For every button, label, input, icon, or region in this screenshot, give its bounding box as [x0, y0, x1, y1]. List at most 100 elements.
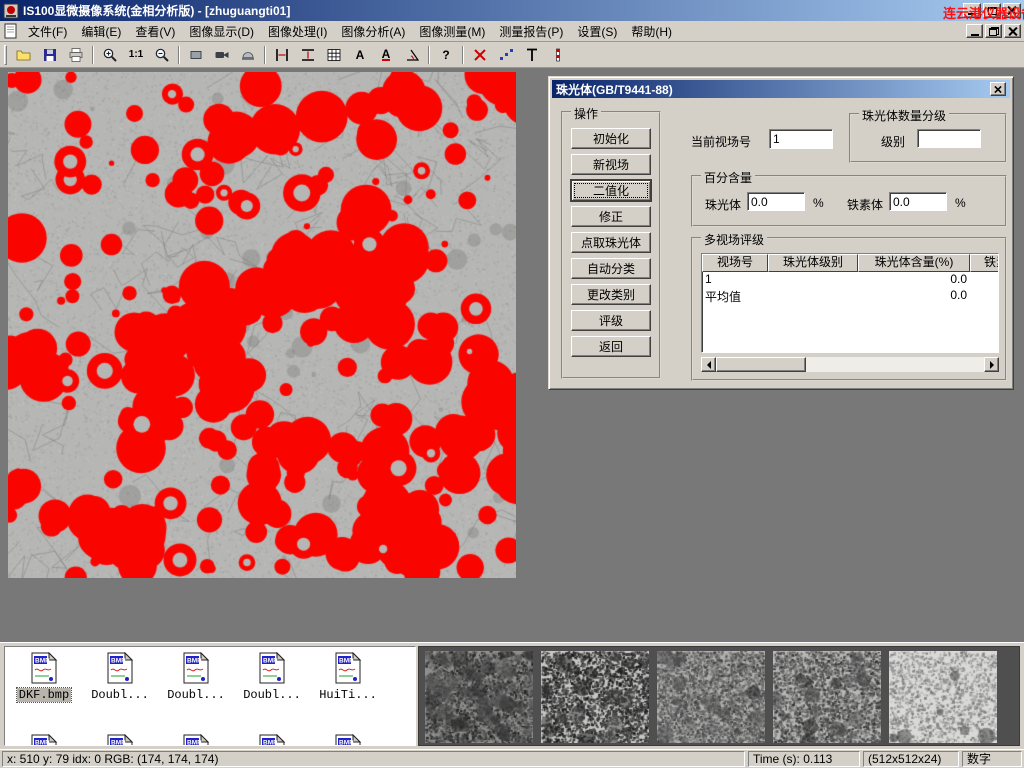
file-name[interactable]: DKF.bmp	[17, 688, 71, 702]
ferrite-percent-input[interactable]	[889, 192, 947, 211]
status-position: x: 510 y: 79 idx: 0 RGB: (174, 174, 174)	[2, 751, 745, 767]
scroll-left-button[interactable]	[701, 357, 716, 372]
menu-item-4[interactable]: 图像处理(I)	[261, 21, 334, 42]
caliper-horizontal-button[interactable]	[295, 44, 321, 66]
scale-bar-button[interactable]	[545, 44, 571, 66]
metallograph-image[interactable]	[8, 72, 516, 578]
white-balance-button[interactable]	[235, 44, 261, 66]
op-button-8[interactable]: 返回	[571, 336, 651, 357]
point-marker-button[interactable]	[493, 44, 519, 66]
zoom-out-button[interactable]	[149, 44, 175, 66]
status-bar: x: 510 y: 79 idx: 0 RGB: (174, 174, 174)…	[0, 749, 1024, 768]
thumbnail-2[interactable]	[657, 651, 765, 743]
file-item[interactable]: BMP Doubl...	[160, 652, 232, 702]
menu-item-9[interactable]: 帮助(H)	[624, 21, 679, 42]
menu-item-2[interactable]: 查看(V)	[128, 21, 182, 42]
op-button-2[interactable]: 二值化	[571, 180, 651, 201]
thumbnail-0[interactable]	[425, 651, 533, 743]
menu-bar: 文件(F)编辑(E)查看(V)图像显示(D)图像处理(I)图像分析(A)图像测量…	[0, 21, 1024, 42]
thumbnail-4[interactable]	[889, 651, 997, 743]
table-header-1[interactable]: 珠光体级别	[768, 254, 858, 272]
delete-measure-button[interactable]	[467, 44, 493, 66]
current-field-input[interactable]	[769, 129, 833, 149]
print-icon	[68, 47, 84, 63]
op-button-0[interactable]: 初始化	[571, 128, 651, 149]
level-input[interactable]	[917, 129, 981, 148]
ferrite-label: 铁素体	[847, 196, 883, 213]
points-icon	[498, 47, 514, 63]
actual-size-icon: 1:1	[129, 49, 143, 60]
file-name[interactable]: HuiTi...	[317, 688, 379, 702]
thumbnail-3[interactable]	[773, 651, 881, 743]
actual-size-button[interactable]: 1:1	[123, 44, 149, 66]
menu-item-6[interactable]: 图像测量(M)	[412, 21, 492, 42]
file-item[interactable]: BMP	[84, 734, 156, 746]
zoom-out-icon	[154, 47, 170, 63]
menu-item-1[interactable]: 编辑(E)	[74, 21, 128, 42]
caliper-horizontal-icon	[300, 47, 316, 63]
menu-item-5[interactable]: 图像分析(A)	[334, 21, 412, 42]
pearlite-percent-input[interactable]	[747, 192, 805, 211]
table-header-2[interactable]: 珠光体含量(%)	[858, 254, 970, 272]
op-button-7[interactable]: 评级	[571, 310, 651, 331]
menu-item-0[interactable]: 文件(F)	[21, 21, 74, 42]
caliper-vertical-button[interactable]	[269, 44, 295, 66]
scroll-right-button[interactable]	[984, 357, 999, 372]
annotate-button[interactable]: A	[373, 44, 399, 66]
table-body: 10.0平均值0.0	[702, 272, 998, 304]
video-camera-button[interactable]	[209, 44, 235, 66]
t-ruler-button[interactable]	[519, 44, 545, 66]
work-area: 珠光体(GB/T9441-88) 操作 初始化新视场二值化修正点取珠光体自动分类…	[0, 68, 1024, 642]
open-button[interactable]	[11, 44, 37, 66]
menu-item-7[interactable]: 测量报告(P)	[492, 21, 570, 42]
thumbnail-1[interactable]	[541, 651, 649, 743]
file-name[interactable]: Doubl...	[89, 688, 151, 702]
svg-text:BMP: BMP	[263, 658, 278, 665]
file-item[interactable]: BMP	[8, 734, 80, 746]
file-item[interactable]: BMP Doubl...	[236, 652, 308, 702]
table-header-0[interactable]: 视场号	[702, 254, 768, 272]
file-item[interactable]: BMP DKF.bmp	[8, 652, 80, 702]
menu-item-8[interactable]: 设置(S)	[570, 21, 624, 42]
table-hscrollbar[interactable]	[701, 357, 999, 372]
table-row-0[interactable]: 10.0	[702, 272, 999, 288]
file-name[interactable]: Doubl...	[241, 688, 303, 702]
file-name[interactable]: Doubl...	[165, 688, 227, 702]
op-button-1[interactable]: 新视场	[571, 154, 651, 175]
mdi-restore-button[interactable]	[985, 24, 1002, 38]
mdi-minimize-button[interactable]	[966, 24, 983, 38]
file-item[interactable]: BMP	[236, 734, 308, 746]
scroll-thumb[interactable]	[716, 357, 806, 372]
scroll-track[interactable]	[716, 357, 984, 372]
help-button[interactable]: ?	[433, 44, 459, 66]
grading-group: 珠光体数量分级 级别	[849, 113, 1007, 163]
grid-button[interactable]	[321, 44, 347, 66]
toolbar-separator	[264, 46, 266, 64]
text-tool-button[interactable]: A	[347, 44, 373, 66]
angle-measure-button[interactable]	[399, 44, 425, 66]
file-item[interactable]: BMP HuiTi...	[312, 652, 384, 702]
op-button-4[interactable]: 点取珠光体	[571, 232, 651, 253]
pearlite-unit: %	[813, 196, 824, 210]
file-item[interactable]: BMP	[160, 734, 232, 746]
mdi-close-button[interactable]	[1004, 24, 1021, 38]
dome-icon	[240, 47, 256, 63]
op-button-3[interactable]: 修正	[571, 206, 651, 227]
table-cell: 平均值	[702, 288, 768, 304]
dialog-title-bar[interactable]: 珠光体(GB/T9441-88)	[552, 80, 1010, 98]
save-button[interactable]	[37, 44, 63, 66]
table-row-1[interactable]: 平均值0.0	[702, 288, 999, 304]
file-item[interactable]: BMP	[312, 734, 384, 746]
toolbar-separator	[462, 46, 464, 64]
dialog-close-button[interactable]	[990, 82, 1006, 96]
print-button[interactable]	[63, 44, 89, 66]
file-item[interactable]: BMP Doubl...	[84, 652, 156, 702]
menu-item-3[interactable]: 图像显示(D)	[182, 21, 261, 42]
freeze-frame-button[interactable]	[183, 44, 209, 66]
table-header-3[interactable]: 铁素	[970, 254, 999, 272]
toolbar-grip[interactable]	[4, 45, 7, 65]
op-button-5[interactable]: 自动分类	[571, 258, 651, 279]
zoom-in-button[interactable]	[97, 44, 123, 66]
op-button-6[interactable]: 更改类别	[571, 284, 651, 305]
menu-items: 文件(F)编辑(E)查看(V)图像显示(D)图像处理(I)图像分析(A)图像测量…	[21, 21, 679, 42]
